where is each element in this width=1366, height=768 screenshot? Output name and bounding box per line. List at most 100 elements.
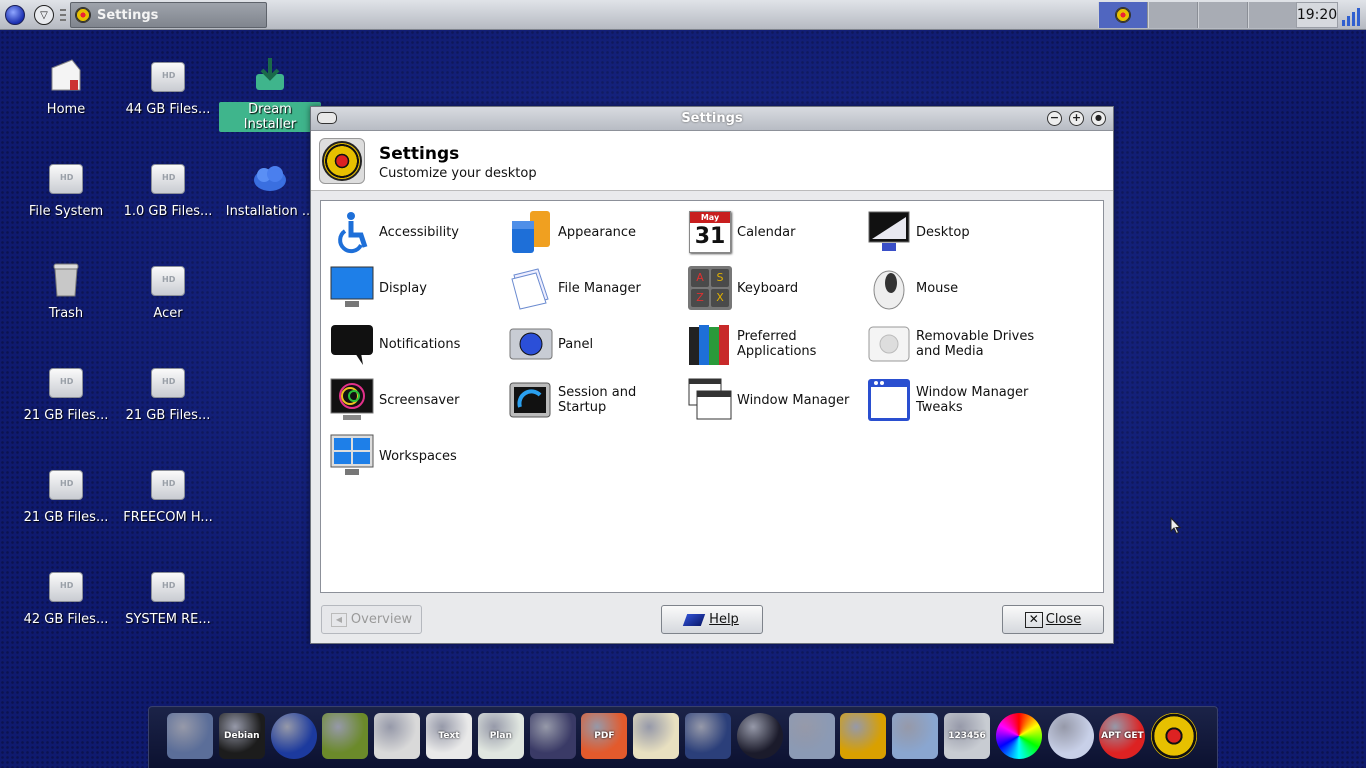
terminal-icon: Debian bbox=[224, 731, 260, 741]
accessibility-icon bbox=[329, 209, 375, 255]
desktop-icon-label: 42 GB Files... bbox=[23, 612, 109, 627]
window-title: Settings bbox=[681, 111, 743, 126]
desktop-icon-trash[interactable]: Trash bbox=[15, 260, 117, 352]
desktop-icon-label: File System bbox=[28, 204, 104, 219]
settings-item-file-manager[interactable]: File Manager bbox=[508, 260, 686, 316]
settings-item-window-manager[interactable]: Window Manager bbox=[687, 372, 865, 428]
desktop-icon-drive[interactable]: 21 GB Files... bbox=[15, 464, 117, 556]
desktop-icon-drive[interactable]: 21 GB Files... bbox=[117, 362, 219, 454]
disk-burner-icon bbox=[789, 713, 835, 759]
desktop-icon-drive[interactable]: 42 GB Files... bbox=[15, 566, 117, 658]
desktop-icon-home[interactable]: Home bbox=[15, 56, 117, 148]
terminal-launcher[interactable]: Debian bbox=[218, 713, 265, 759]
web-browser-launcher[interactable] bbox=[270, 713, 317, 759]
help-label: Help bbox=[709, 612, 739, 627]
desktop-icon-drive[interactable]: SYSTEM RE... bbox=[117, 566, 219, 658]
settings-item-panel[interactable]: Panel bbox=[508, 316, 686, 372]
taskbar-settings-label: Settings bbox=[97, 7, 159, 23]
text-editor-launcher[interactable] bbox=[374, 713, 421, 759]
media-player-launcher[interactable] bbox=[167, 713, 213, 759]
film-launcher[interactable] bbox=[840, 713, 887, 759]
window-menu-icon[interactable] bbox=[317, 112, 337, 124]
settings-item-desktop[interactable]: Desktop bbox=[866, 204, 1044, 260]
workspace-3[interactable] bbox=[1198, 2, 1248, 28]
settings-item-screensaver[interactable]: Screensaver bbox=[329, 372, 507, 428]
spreadsheet-launcher[interactable]: Plan bbox=[477, 713, 524, 759]
apt-get-icon: APT GET bbox=[1101, 731, 1144, 741]
desktop-icon-drive[interactable]: 44 GB Files... bbox=[117, 56, 219, 148]
color-picker-launcher[interactable] bbox=[995, 713, 1042, 759]
session-icon bbox=[508, 377, 554, 423]
help-button[interactable]: Help bbox=[661, 605, 763, 634]
settings-item-notifications[interactable]: Notifications bbox=[329, 316, 507, 372]
close-button[interactable]: ✕ Close bbox=[1002, 605, 1104, 634]
presentation-launcher[interactable] bbox=[529, 713, 576, 759]
settings-item-mouse[interactable]: Mouse bbox=[866, 260, 1044, 316]
screensaver-icon bbox=[329, 377, 375, 423]
dvd-player-launcher[interactable] bbox=[1047, 713, 1094, 759]
applications-menu-icon[interactable] bbox=[5, 5, 25, 25]
desktop-icon-drive[interactable]: FREECOM H... bbox=[117, 464, 219, 556]
workspace-switcher bbox=[1098, 2, 1298, 28]
settings-item-keyboard[interactable]: A S Z X Keyboard bbox=[687, 260, 865, 316]
desktop-icon-drive[interactable]: Acer bbox=[117, 260, 219, 352]
apt-get-launcher[interactable]: APT GET bbox=[1099, 713, 1146, 759]
settings-item-removable-drives[interactable]: Removable Drives and Media bbox=[866, 316, 1044, 372]
minimize-button[interactable]: − bbox=[1047, 111, 1062, 126]
settings-item-wm-tweaks[interactable]: Window Manager Tweaks bbox=[866, 372, 1044, 428]
settings-item-accessibility[interactable]: Accessibility bbox=[329, 204, 507, 260]
settings-item-label: Keyboard bbox=[737, 280, 799, 296]
desktop-icon-drive[interactable]: File System bbox=[15, 158, 117, 250]
desktop-icon-drive[interactable]: 21 GB Files... bbox=[15, 362, 117, 454]
desktop-icon-installer[interactable]: Dream Installer bbox=[219, 56, 321, 148]
taskbar-settings-button[interactable]: Settings bbox=[70, 2, 267, 28]
settings-item-label: Desktop bbox=[916, 224, 970, 240]
trash-icon bbox=[48, 260, 84, 300]
desktop-icon-label: 1.0 GB Files... bbox=[123, 204, 213, 219]
drive-icon bbox=[150, 566, 186, 606]
webcam-launcher[interactable] bbox=[736, 713, 783, 759]
settings-item-appearance[interactable]: Appearance bbox=[508, 204, 686, 260]
settings-item-session[interactable]: Session and Startup bbox=[508, 372, 686, 428]
preferred-apps-icon bbox=[687, 321, 733, 367]
clock[interactable]: 19:20 bbox=[1296, 2, 1338, 28]
webcam-icon bbox=[737, 713, 783, 759]
workspace-1[interactable] bbox=[1098, 2, 1148, 28]
drive-icon bbox=[150, 158, 186, 198]
disk-burner-launcher[interactable] bbox=[788, 713, 835, 759]
overview-button[interactable]: ◀ Overview bbox=[321, 605, 422, 634]
network-signal-icon[interactable] bbox=[1340, 4, 1364, 26]
settings-item-preferred-apps[interactable]: Preferred Applications bbox=[687, 316, 865, 372]
installer-icon bbox=[252, 56, 288, 96]
settings-item-calendar[interactable]: May 31 Calendar bbox=[687, 204, 865, 260]
desktop-icon-cloud[interactable]: Installation ... bbox=[219, 158, 321, 250]
desktop-icon-label: Acer bbox=[153, 306, 183, 321]
calendar-day: 31 bbox=[694, 224, 726, 249]
settings-launcher[interactable] bbox=[1151, 713, 1198, 759]
settings-item-workspaces[interactable]: Workspaces bbox=[329, 428, 507, 484]
workspace-4[interactable] bbox=[1248, 2, 1298, 28]
mail-launcher[interactable] bbox=[322, 713, 369, 759]
workspace-2[interactable] bbox=[1148, 2, 1198, 28]
window-titlebar[interactable]: Settings − + ● bbox=[311, 107, 1113, 131]
mouse-icon bbox=[866, 265, 912, 311]
pdf-viewer-launcher[interactable]: PDF bbox=[581, 713, 628, 759]
desktop-icon-drive[interactable]: 1.0 GB Files... bbox=[117, 158, 219, 250]
settings-item-label: Appearance bbox=[558, 224, 637, 240]
settings-item-label: Window Manager Tweaks bbox=[916, 385, 1029, 415]
settings-icon bbox=[1151, 713, 1197, 759]
settings-item-display[interactable]: Display bbox=[329, 260, 507, 316]
scanner-launcher[interactable] bbox=[685, 713, 731, 759]
desktop-icon-label: Dream Installer bbox=[219, 102, 321, 132]
maximize-button[interactable]: + bbox=[1069, 111, 1084, 126]
settings-header: Settings Customize your desktop bbox=[311, 131, 1113, 191]
settings-item-label: Preferred Applications bbox=[737, 329, 817, 359]
chevron-down-icon[interactable]: ▽ bbox=[34, 5, 54, 25]
dock: Debian Text Plan PDF 123456 APT GET bbox=[148, 706, 1218, 768]
volume-launcher[interactable] bbox=[892, 713, 939, 759]
desktop-icon-label: 44 GB Files... bbox=[125, 102, 211, 117]
close-window-button[interactable]: ● bbox=[1091, 111, 1106, 126]
word-processor-launcher[interactable]: Text bbox=[426, 713, 472, 759]
image-editor-launcher[interactable] bbox=[633, 713, 680, 759]
calculator-launcher[interactable]: 123456 bbox=[944, 713, 990, 759]
